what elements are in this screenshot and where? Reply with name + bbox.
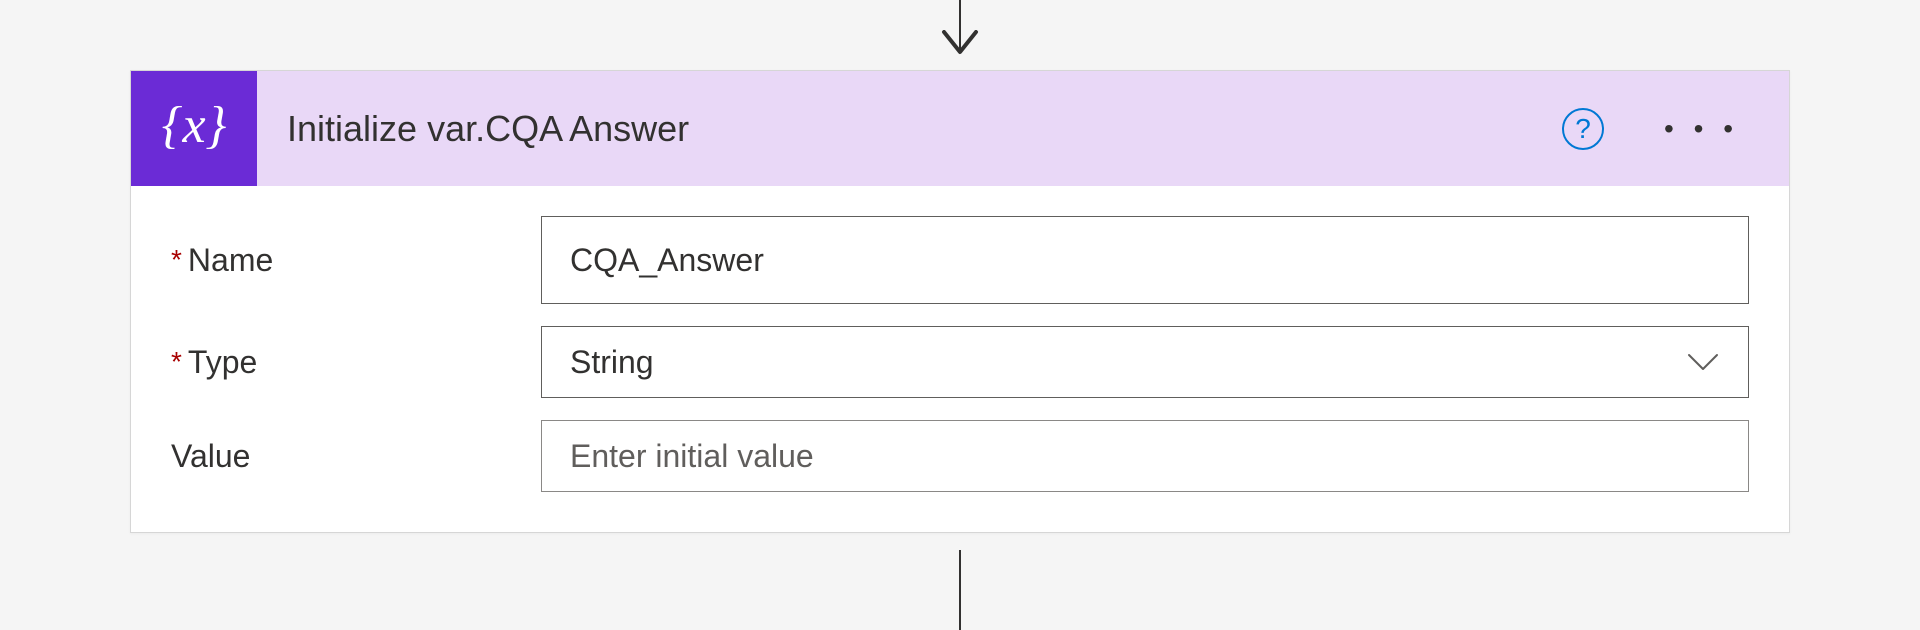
field-row-name: * Name <box>171 216 1749 304</box>
chevron-down-icon <box>1658 352 1748 372</box>
type-select-value: String <box>542 344 1658 381</box>
value-input[interactable] <box>541 420 1749 492</box>
name-input[interactable] <box>541 216 1749 304</box>
field-label-value: Value <box>171 438 541 475</box>
required-indicator: * <box>171 346 182 378</box>
arrow-down-icon <box>940 30 980 58</box>
flow-action-card: {x} Initialize var.CQA Answer ? • • • * … <box>130 70 1790 533</box>
field-label-name: * Name <box>171 242 541 279</box>
action-body: * Name * Type String Value <box>131 186 1789 532</box>
variables-icon: {x} <box>131 71 257 186</box>
field-row-type: * Type String <box>171 326 1749 398</box>
flow-connector-top <box>940 0 980 58</box>
type-select[interactable]: String <box>541 326 1749 398</box>
help-icon[interactable]: ? <box>1562 108 1604 150</box>
field-label-type: * Type <box>171 344 541 381</box>
flow-connector-bottom <box>959 550 961 630</box>
more-menu-button[interactable]: • • • <box>1654 103 1749 155</box>
svg-text:{x}: {x} <box>162 97 227 154</box>
field-row-value: Value <box>171 420 1749 492</box>
required-indicator: * <box>171 244 182 276</box>
action-title: Initialize var.CQA Answer <box>287 108 1562 150</box>
action-header[interactable]: {x} Initialize var.CQA Answer ? • • • <box>131 71 1789 186</box>
